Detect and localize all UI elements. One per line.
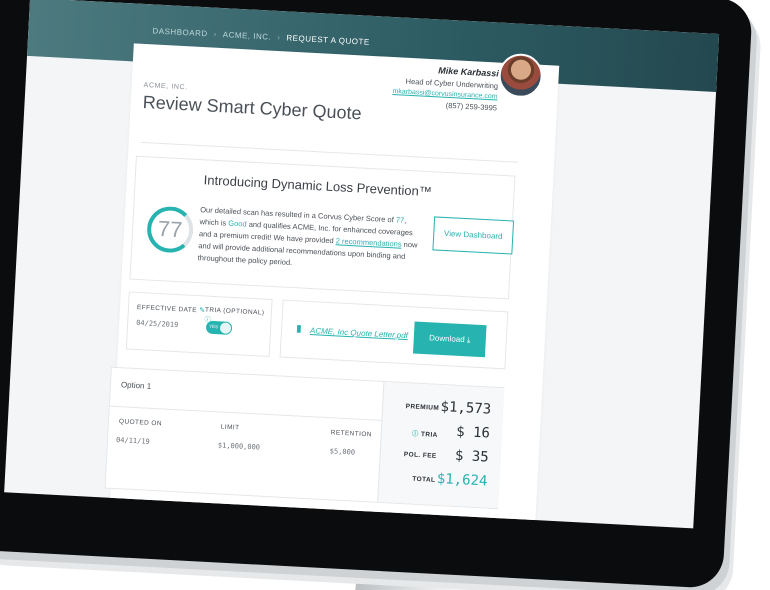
price-value: $ 35 [454, 447, 490, 466]
quote-letter-link[interactable]: ACME, Inc Quote Letter.pdf [310, 326, 408, 340]
app-window: Dashboard › Acme, Inc. › Request a Quote ACM… [4, 0, 720, 529]
toggle-knob [219, 322, 232, 334]
effective-date-value: 04/25/2019 [135, 318, 179, 330]
tria-toggle[interactable]: YES [205, 320, 233, 335]
view-dashboard-button[interactable]: View Dashboard [432, 216, 515, 255]
price-label-text: TRIA [420, 431, 438, 439]
effective-date-label: EFFECTIVE DATE ✎ [137, 303, 206, 315]
effective-date-panel: EFFECTIVE DATE ✎ 04/25/2019 TRIA (OPTION… [125, 291, 273, 357]
breadcrumb: Dashboard › Acme, Inc. › Request a Quote [152, 26, 370, 46]
price-label: POL. FEE [403, 451, 437, 460]
breadcrumb-request-quote: Request a Quote [286, 33, 370, 47]
limit-header: LIMIT [220, 423, 240, 432]
company-name: ACME, INC. [143, 82, 188, 92]
price-value: $1,573 [440, 398, 492, 418]
breadcrumb-acme[interactable]: Acme, Inc. [223, 30, 272, 42]
download-icon: ⤓ [466, 335, 471, 345]
chevron-right-icon: › [213, 29, 218, 39]
retention-header: RETENTION [330, 429, 373, 439]
quote-card: ACME, INC. Review Smart Cyber Quote Mike… [104, 43, 560, 529]
recommendations-link[interactable]: 2 recommendations [336, 236, 402, 248]
quote-letter-panel: ▮ ACME, Inc Quote Letter.pdf Download ⤓ [279, 299, 509, 370]
price-label: PREMIUM [405, 403, 440, 412]
effective-date-label-text: EFFECTIVE DATE [136, 303, 198, 315]
breadcrumb-dashboard[interactable]: Dashboard [152, 26, 208, 38]
rep-contact: Mike Karbassi Head of Cyber Underwriting… [317, 53, 499, 112]
price-row-tria: ⓘ TRIA $ 16 [381, 420, 494, 448]
tria-label-text: TRIA (OPTIONAL) [204, 306, 265, 317]
price-row-total: TOTAL $1,624 [379, 468, 492, 496]
chevron-right-icon: › [277, 32, 281, 43]
dlp-panel: Introducing Dynamic Loss Prevention™ 77 … [129, 155, 516, 300]
limit-value: $1,000,000 [217, 441, 261, 452]
divider [109, 405, 382, 421]
price-summary: PREMIUM $1,573 ⓘ TRIA $ 16 POL. FEE $ 35 [377, 381, 505, 509]
info-icon[interactable]: ⓘ [412, 431, 419, 438]
monitor-bezel: Dashboard › Acme, Inc. › Request a Quote ACM… [0, 0, 753, 589]
dlp-description: Our detailed scan has resulted in a Corv… [197, 204, 426, 276]
quoted-on-header: QUOTED ON [118, 418, 163, 428]
price-row-fee: POL. FEE $ 35 [380, 444, 493, 472]
option-title: Option 1 [120, 380, 152, 391]
score-ring-icon: 77 [145, 205, 195, 254]
cyber-score: 77 [157, 215, 184, 243]
quoted-on-value: 04/11/19 [115, 436, 150, 446]
dlp-title: Introducing Dynamic Loss Prevention™ [203, 172, 433, 200]
retention-value: $5,000 [329, 447, 356, 457]
option-panel: Option 1 QUOTED ON 04/11/19 LIMIT $1,000… [104, 366, 505, 510]
rating-good: Good [228, 218, 247, 229]
download-button[interactable]: Download ⤓ [412, 321, 487, 358]
document-icon: ▮ [295, 323, 302, 335]
download-label: Download [428, 333, 465, 345]
monitor-screen: Dashboard › Acme, Inc. › Request a Quote ACM… [4, 0, 720, 529]
price-total-value: $1,624 [436, 470, 488, 490]
price-row-premium: PREMIUM $1,573 [383, 396, 496, 424]
price-label: ⓘ TRIA [412, 428, 438, 439]
price-value: $ 16 [455, 423, 491, 442]
toggle-label: YES [208, 323, 219, 330]
price-label: TOTAL [412, 475, 436, 484]
